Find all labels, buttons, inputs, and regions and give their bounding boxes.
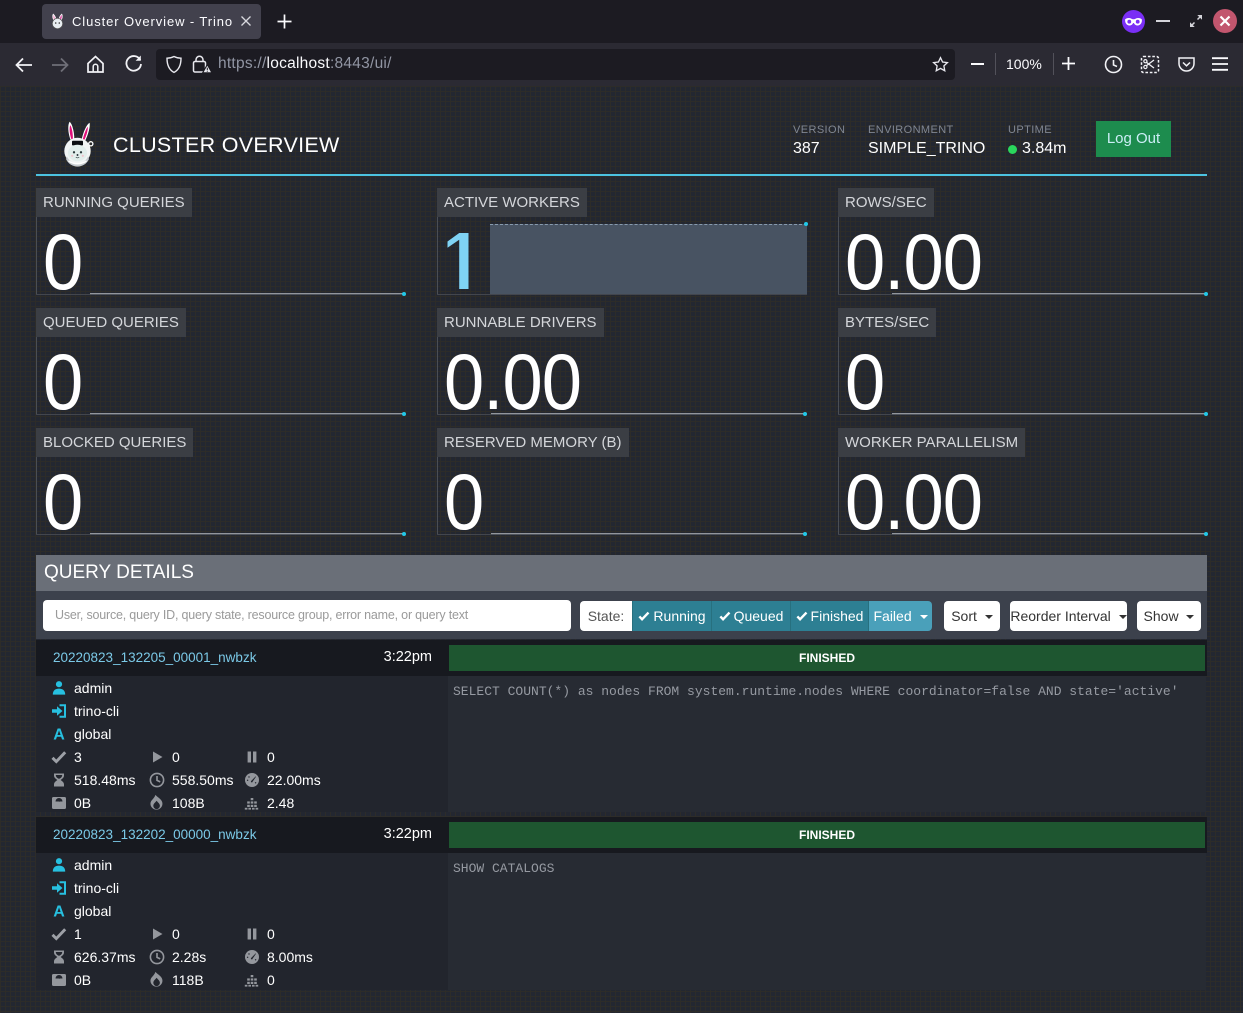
svg-text:A: A	[53, 727, 65, 743]
svg-text:A: A	[53, 904, 65, 920]
